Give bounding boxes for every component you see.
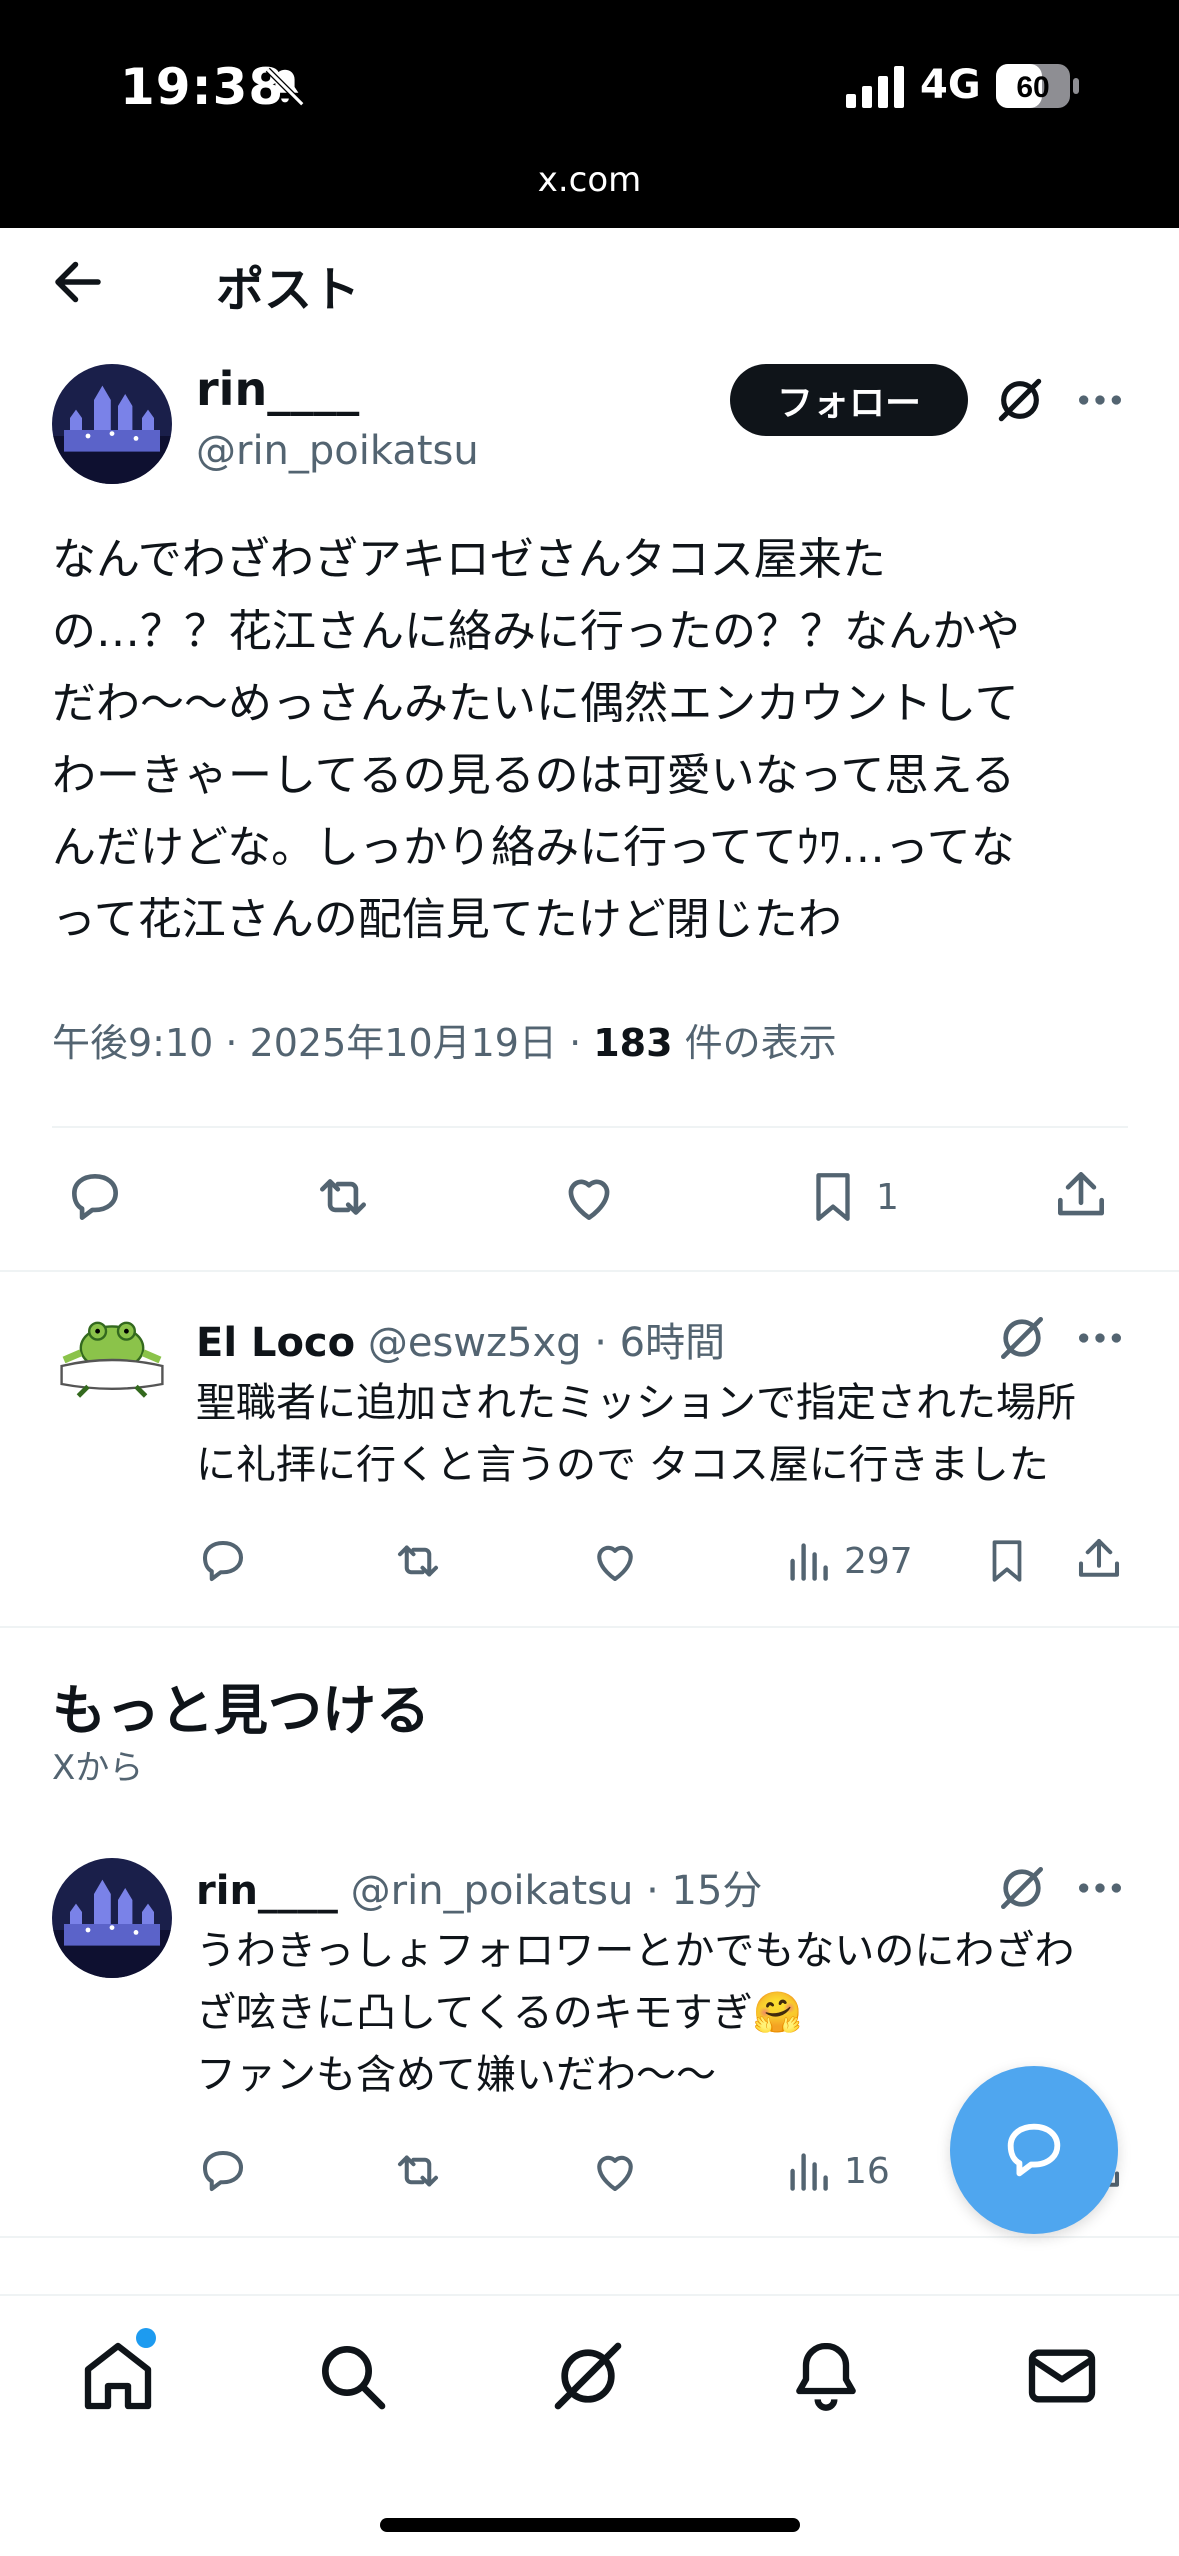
more-icon[interactable]	[1072, 1860, 1128, 1916]
reply-icon	[202, 2150, 244, 2192]
retweet-icon	[320, 1179, 366, 1215]
reply-button[interactable]	[196, 1534, 250, 1588]
post-text: なんでわざわざアキロゼさんタコス屋来た の…？？花江さんに絡みに行ったの？？なん…	[52, 534, 1020, 945]
share-icon	[1058, 1172, 1104, 1216]
views-icon	[790, 2153, 828, 2191]
bookmark-button[interactable]	[982, 1534, 1032, 1588]
section-title: もっと見つける	[52, 1679, 430, 1742]
notifications-icon	[796, 2342, 856, 2411]
home-indicator[interactable]	[380, 2518, 800, 2532]
reply-handle-time: @eswz5xg · 6時間	[355, 1320, 726, 1366]
share-icon	[1078, 1538, 1120, 1577]
views-button[interactable]: 16	[786, 2144, 890, 2198]
retweet-icon	[397, 1545, 439, 1577]
tab-home[interactable]	[78, 2336, 158, 2416]
like-button[interactable]	[588, 2144, 642, 2198]
like-icon	[597, 2155, 633, 2192]
like-icon	[597, 1545, 633, 1582]
bookmark-button[interactable]: 1	[804, 1166, 899, 1228]
discover-author[interactable]: rin____ @rin_poikatsu · 15分	[196, 1858, 762, 1916]
signal-icon	[846, 66, 904, 108]
post-timestamp: 午後9:10 · 2025年10月19日 ·	[52, 1021, 594, 1065]
share-button[interactable]	[1050, 1164, 1112, 1226]
view-count[interactable]: 183	[593, 1021, 672, 1065]
compose-message-button[interactable]	[950, 2066, 1118, 2234]
reply-button[interactable]	[64, 1166, 126, 1228]
status-time: 19:38	[120, 58, 285, 116]
more-icon[interactable]	[1072, 372, 1128, 428]
tab-grok[interactable]	[548, 2336, 628, 2416]
status-bar: 19:38 4G 60 x.com	[0, 0, 1179, 228]
network-type: 4G	[920, 62, 981, 108]
grok-icon[interactable]	[994, 1860, 1050, 1916]
discover-author-name[interactable]: rin____	[196, 1868, 338, 1914]
discover-post-text: うわきっしょフォロワーとかでもないのにわざわ ざ呟きに凸してくるのキモすぎ🤗 フ…	[196, 1928, 1075, 2098]
discover-handle-time: @rin_poikatsu · 15分	[337, 1868, 763, 1914]
url-bar[interactable]: x.com	[0, 160, 1179, 200]
like-button[interactable]	[558, 1166, 620, 1228]
avatar[interactable]	[52, 1300, 172, 1420]
view-count: 16	[844, 2150, 890, 2192]
retweet-button[interactable]	[390, 1534, 446, 1588]
top-bar: ポスト	[0, 228, 1179, 338]
battery-icon: 60	[996, 64, 1079, 108]
author-name[interactable]: rin____	[196, 362, 359, 416]
bookmark-count: 1	[876, 1176, 899, 1218]
reply-button[interactable]	[196, 2144, 250, 2198]
follow-button[interactable]: フォロー	[730, 364, 968, 436]
reply-author-name[interactable]: El Loco	[196, 1320, 355, 1366]
retweet-button[interactable]	[310, 1166, 376, 1228]
grok-icon[interactable]	[994, 1310, 1050, 1366]
reply-icon	[72, 1174, 118, 1220]
post-meta: 午後9:10 · 2025年10月19日 · 183 件の表示	[52, 1012, 837, 1067]
back-arrow-icon[interactable]	[48, 252, 108, 312]
page-title: ポスト	[216, 262, 361, 318]
bookmark-icon	[992, 1540, 1022, 1582]
section-subtitle: Xから	[52, 1748, 144, 1788]
divider	[0, 1626, 1179, 1628]
notification-dot	[136, 2328, 156, 2348]
views-button[interactable]: 297	[786, 1534, 913, 1588]
author-handle[interactable]: @rin_poikatsu	[196, 428, 479, 474]
search-icon	[322, 2346, 386, 2410]
like-icon	[568, 1179, 610, 1220]
messages-icon	[1028, 2349, 1096, 2403]
battery-level: 60	[1016, 71, 1049, 104]
avatar[interactable]	[52, 364, 172, 484]
bell-muted-icon	[265, 67, 305, 107]
divider	[0, 1270, 1179, 1272]
grok-tab-icon	[554, 2342, 622, 2410]
tab-bar	[0, 2294, 1179, 2556]
views-icon	[790, 1543, 828, 1581]
divider	[52, 1126, 1128, 1128]
tab-search[interactable]	[312, 2336, 392, 2416]
retweet-icon	[397, 2155, 439, 2187]
retweet-button[interactable]	[390, 2144, 446, 2198]
tab-notifications[interactable]	[786, 2336, 866, 2416]
reply-text: 聖職者に追加されたミッションで指定された場所 に礼拝に行くと言うので タコス屋に…	[196, 1380, 1076, 1488]
reply-icon	[202, 1540, 244, 1582]
view-label: 件の表示	[672, 1021, 837, 1065]
tab-messages[interactable]	[1022, 2336, 1102, 2416]
share-button[interactable]	[1072, 1532, 1126, 1586]
compose-message-icon	[1007, 2123, 1061, 2177]
bookmark-icon	[816, 1173, 850, 1221]
more-icon[interactable]	[1072, 1310, 1128, 1366]
grok-icon[interactable]	[992, 372, 1048, 428]
like-button[interactable]	[588, 1534, 642, 1588]
divider	[0, 2236, 1179, 2238]
view-count: 297	[844, 1540, 913, 1582]
reply-author[interactable]: El Loco @eswz5xg · 6時間	[196, 1310, 725, 1368]
avatar[interactable]	[52, 1858, 172, 1978]
home-icon	[84, 2342, 152, 2410]
